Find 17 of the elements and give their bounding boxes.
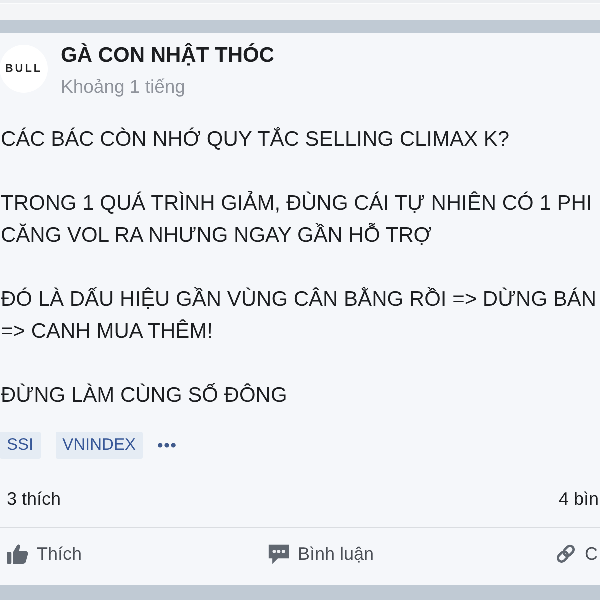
share-button[interactable]: C [555, 543, 598, 565]
speech-bubble-icon [268, 543, 290, 565]
post-paragraph: TRONG 1 QUÁ TRÌNH GIẢM, ĐÙNG CÁI TỰ NHIÊN CÓ 1 PHI CĂNG VOL RA NHƯNG NGAY GẦN HỖ TRỢ [1, 190, 592, 249]
thumbs-up-icon [7, 544, 29, 564]
link-icon [555, 543, 577, 565]
post-paragraph: ĐÓ LÀ DẤU HIỆU GẦN VÙNG CÂN BẰNG RỒI => DỪNG BÁN => CANH MUA THÊM! [1, 286, 597, 345]
hashtag-link[interactable]: VNINDEX [56, 432, 143, 459]
post-paragraph: CÁC BÁC CÒN NHỚ QUY TẮC SELLING CLIMAX K? [1, 126, 510, 153]
comment-button[interactable]: Bình luận [268, 543, 374, 565]
more-icon[interactable] [158, 443, 176, 448]
like-button[interactable]: Thích [7, 544, 82, 564]
comments-count[interactable]: 4 bìn [558, 487, 599, 511]
post-paragraph: ĐỪNG LÀM CÙNG SỐ ĐÔNG [1, 382, 288, 409]
author-name[interactable]: GÀ CON NHẬT THÓC [61, 45, 274, 67]
likes-count[interactable]: 3 thích [7, 487, 62, 511]
hashtag-link[interactable]: SSI [0, 432, 41, 459]
logo-text: BULL [5, 63, 43, 75]
